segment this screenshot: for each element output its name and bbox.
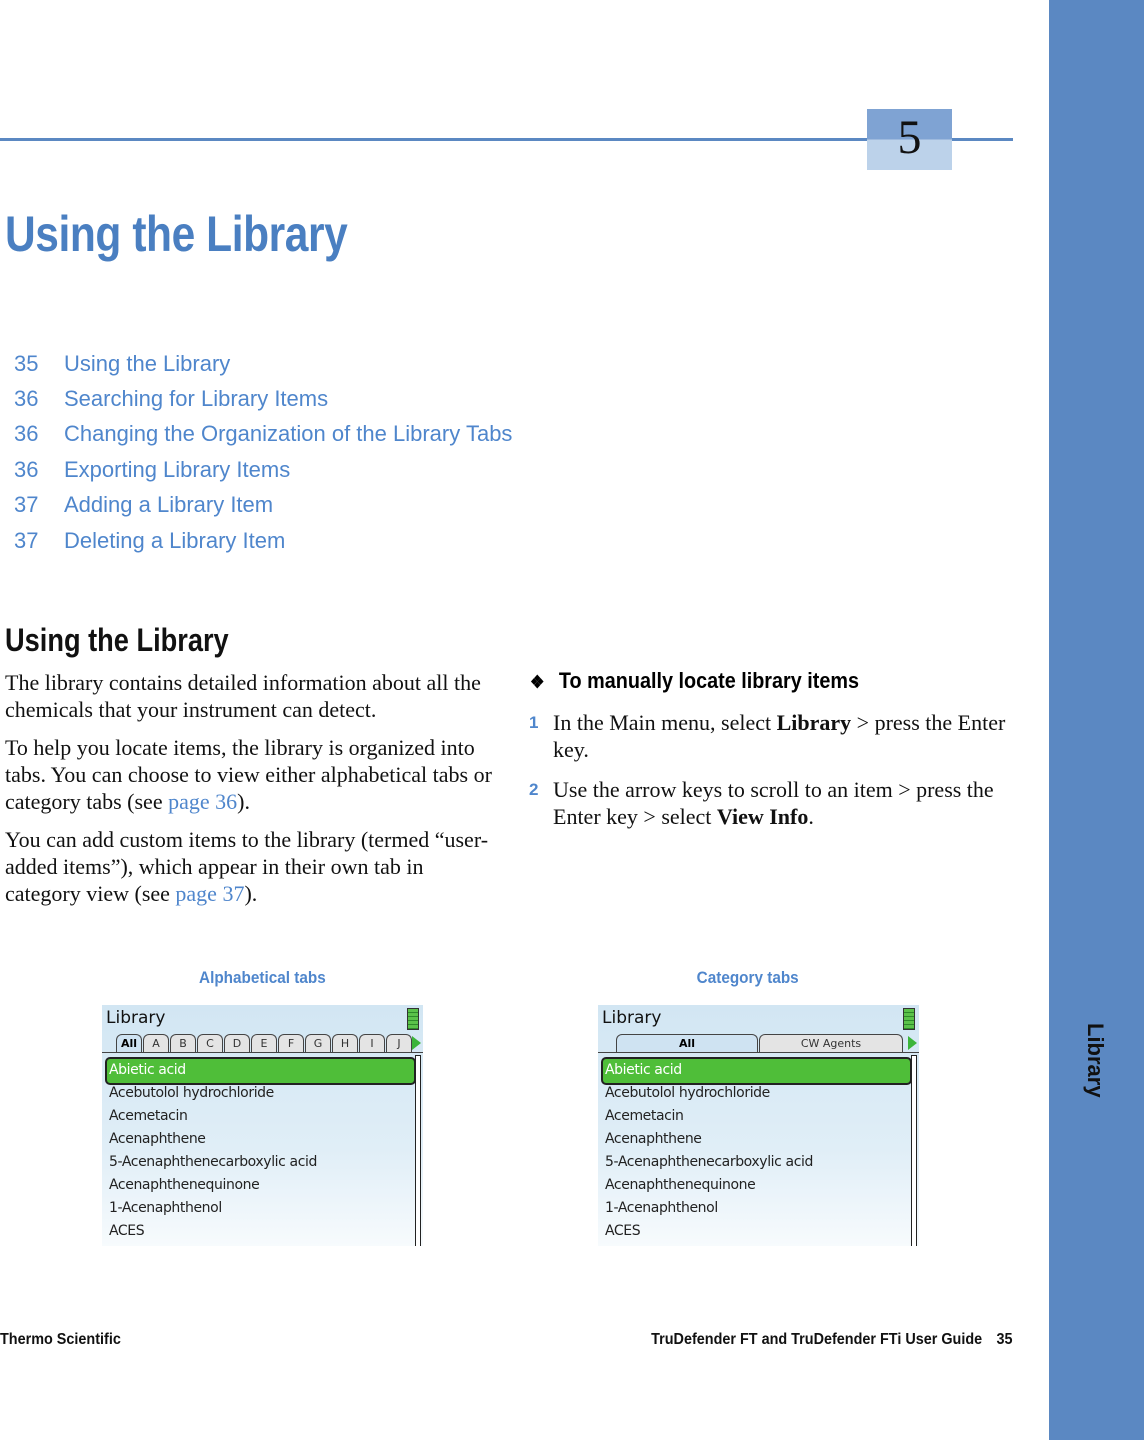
- page-link[interactable]: page 36: [168, 789, 237, 814]
- side-tab-label: Library: [1083, 1023, 1108, 1098]
- step-number: 1: [529, 713, 539, 732]
- toc-item[interactable]: 37 Deleting a Library Item: [14, 528, 285, 554]
- screen-title: Library: [106, 1008, 166, 1028]
- footer-right: TruDefender FT and TruDefender FTi User …: [652, 1331, 1013, 1349]
- tab-h[interactable]: H: [332, 1034, 358, 1052]
- list-item[interactable]: Acemetacin: [109, 1105, 317, 1128]
- tab-all[interactable]: All: [116, 1034, 142, 1052]
- battery-icon: [903, 1008, 915, 1030]
- tab-b[interactable]: B: [170, 1034, 196, 1052]
- page-link[interactable]: page 37: [175, 881, 244, 906]
- list-item[interactable]: Acenaphthenequinone: [605, 1174, 813, 1197]
- paragraph: To help you locate items, the library is…: [5, 734, 500, 815]
- list-item[interactable]: Abietic acid: [605, 1059, 813, 1082]
- battery-icon: [407, 1008, 419, 1030]
- toc-label: Searching for Library Items: [64, 386, 329, 411]
- step: 1 In the Main menu, select Library > pres…: [529, 709, 1013, 763]
- list-item[interactable]: Acebutolol hydrochloride: [109, 1082, 317, 1105]
- header-rule: [0, 138, 1013, 141]
- category-tabs-screen: Library All CW Agents Abietic acid Acebu…: [598, 1005, 919, 1246]
- text: .: [808, 804, 814, 829]
- list-item[interactable]: Acenaphthene: [605, 1128, 813, 1151]
- next-arrow-icon[interactable]: [908, 1036, 917, 1050]
- page-number: 35: [996, 1331, 1013, 1348]
- tab-g[interactable]: G: [305, 1034, 331, 1052]
- procedure-title-text: To manually locate library items: [558, 668, 859, 693]
- toc-page: 36: [14, 386, 39, 411]
- procedure-title: ❖ To manually locate library items: [530, 668, 859, 694]
- scrollbar[interactable]: [911, 1055, 917, 1246]
- text: ).: [237, 789, 250, 814]
- toc-item[interactable]: 36 Exporting Library Items: [14, 457, 290, 483]
- footer-guide-title: TruDefender FT and TruDefender FTi User …: [651, 1331, 983, 1348]
- list-item[interactable]: 5-Acenaphthenecarboxylic acid: [605, 1151, 813, 1174]
- toc-item[interactable]: 36 Changing the Organization of the Libra…: [14, 421, 512, 447]
- toc-item[interactable]: 37 Adding a Library Item: [14, 492, 273, 518]
- divider: [102, 1052, 423, 1053]
- toc-page: 37: [14, 528, 39, 553]
- chapter-title: Using the Library: [5, 206, 348, 262]
- paragraph: The library contains detailed informatio…: [5, 670, 481, 722]
- scrollbar[interactable]: [415, 1055, 421, 1246]
- item-list: Abietic acid Acebutolol hydrochloride Ac…: [109, 1059, 317, 1243]
- tab-all[interactable]: All: [616, 1034, 758, 1052]
- tab-j[interactable]: J: [386, 1034, 412, 1052]
- toc-item[interactable]: 36 Searching for Library Items: [14, 386, 328, 412]
- tab-cw-agents[interactable]: CW Agents: [759, 1034, 903, 1052]
- toc-page: 36: [14, 421, 39, 446]
- section-heading: Using the Library: [5, 622, 229, 658]
- list-item[interactable]: 5-Acenaphthenecarboxylic acid: [109, 1151, 317, 1174]
- text: In the Main menu, select: [553, 710, 777, 735]
- toc-item[interactable]: 35 Using the Library: [14, 351, 230, 377]
- list-item[interactable]: Abietic acid: [109, 1059, 317, 1082]
- step-number: 2: [529, 780, 539, 799]
- toc-page: 35: [14, 351, 39, 376]
- tab-e[interactable]: E: [251, 1034, 277, 1052]
- screen-title: Library: [602, 1008, 662, 1028]
- list-item[interactable]: Acenaphthene: [109, 1128, 317, 1151]
- footer-left: Thermo Scientific: [0, 1331, 121, 1348]
- tab-a[interactable]: A: [143, 1034, 169, 1052]
- alphabetical-tabs-screen: Library All A B C D E F G H I J Abietic acid Acebu…: [102, 1005, 423, 1246]
- tab-c[interactable]: C: [197, 1034, 223, 1052]
- toc-label: Deleting a Library Item: [64, 528, 286, 553]
- bold-text: View Info: [716, 804, 809, 829]
- diamond-bullet-icon: ❖: [530, 672, 545, 692]
- bold-text: Library: [776, 710, 852, 735]
- toc-label: Exporting Library Items: [64, 457, 291, 482]
- list-item[interactable]: 1-Acenaphthenol: [109, 1197, 317, 1220]
- item-list: Abietic acid Acebutolol hydrochloride Ac…: [605, 1059, 813, 1243]
- tab-f[interactable]: F: [278, 1034, 304, 1052]
- chapter-number: 5: [867, 109, 952, 170]
- figure-caption: Category tabs: [696, 968, 799, 987]
- paragraph: You can add custom items to the library …: [5, 826, 500, 907]
- next-arrow-icon[interactable]: [412, 1036, 421, 1050]
- list-item[interactable]: Acemetacin: [605, 1105, 813, 1128]
- divider: [598, 1052, 919, 1053]
- list-item[interactable]: 1-Acenaphthenol: [605, 1197, 813, 1220]
- list-item[interactable]: Acebutolol hydrochloride: [605, 1082, 813, 1105]
- figure-caption: Alphabetical tabs: [199, 968, 326, 987]
- tab-bar: All A B C D E F G H I J: [116, 1034, 413, 1052]
- tab-i[interactable]: I: [359, 1034, 385, 1052]
- text: ).: [244, 881, 258, 906]
- list-item[interactable]: ACES: [605, 1220, 813, 1243]
- list-item[interactable]: Acenaphthenequinone: [109, 1174, 317, 1197]
- toc-page: 37: [14, 492, 39, 517]
- side-tab: [1049, 0, 1144, 1440]
- toc-label: Using the Library: [64, 351, 231, 376]
- toc-label: Changing the Organization of the Library…: [64, 421, 513, 446]
- list-item[interactable]: ACES: [109, 1220, 317, 1243]
- toc-label: Adding a Library Item: [64, 492, 274, 517]
- tab-d[interactable]: D: [224, 1034, 250, 1052]
- step: 2 Use the arrow keys to scroll to an item…: [529, 776, 1013, 830]
- toc-page: 36: [14, 457, 39, 482]
